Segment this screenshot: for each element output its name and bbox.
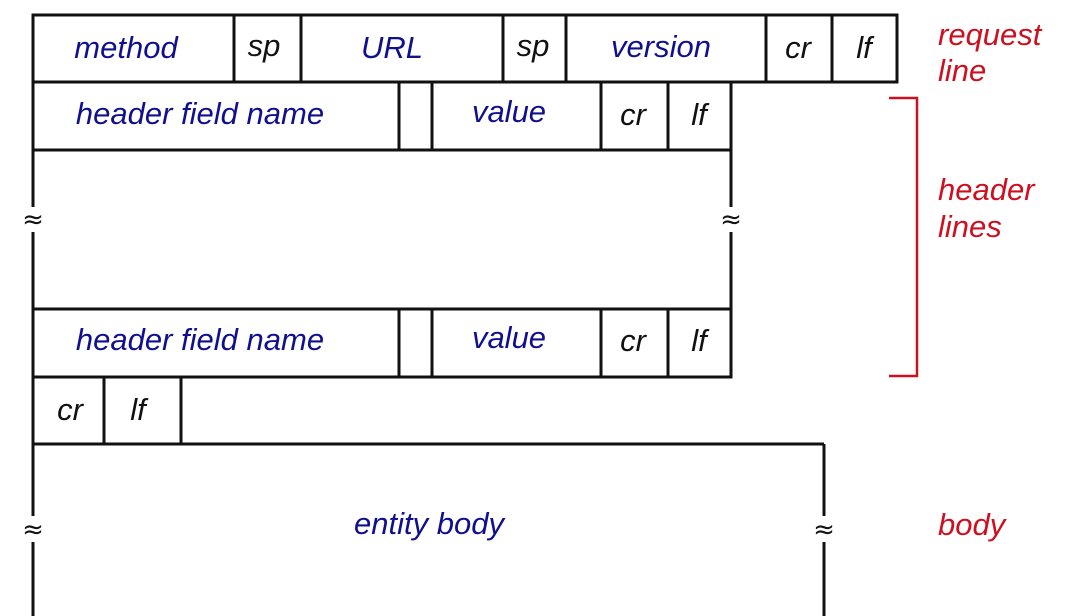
blank-line-row: cr lf [31, 375, 183, 446]
field-method: method [74, 30, 179, 65]
entity-body-box: ≈ ≈ entity body [22, 442, 835, 616]
field-cr: cr [785, 30, 813, 65]
blank-line-box [31, 375, 183, 446]
field-header-field-name: header field name [76, 96, 324, 131]
field-value: value [472, 94, 546, 129]
field-lf: lf [691, 97, 710, 132]
field-cr: cr [620, 323, 648, 358]
field-sp: sp [248, 28, 281, 63]
field-sp: sp [517, 28, 550, 63]
header-line-row: header field name value cr lf [31, 307, 733, 379]
break-icon: ≈ [720, 205, 742, 235]
field-lf: lf [856, 30, 875, 65]
label-request-line: request [938, 17, 1043, 52]
field-version: version [611, 29, 711, 64]
field-entity-body: entity body [354, 506, 506, 541]
label-body: body [938, 507, 1008, 542]
field-cr: cr [620, 97, 648, 132]
break-icon: ≈ [22, 205, 44, 235]
label-header-lines: header [938, 172, 1036, 207]
field-header-field-name: header field name [76, 322, 324, 357]
field-lf: lf [130, 392, 149, 427]
field-lf: lf [691, 323, 710, 358]
label-header-lines-2: lines [938, 209, 1002, 244]
http-request-format-diagram: method sp URL sp version cr lf header fi… [22, 13, 1043, 616]
annotations: request line header lines body [889, 17, 1043, 542]
field-url: URL [361, 30, 423, 65]
break-icon: ≈ [813, 515, 835, 545]
field-cr: cr [57, 392, 85, 427]
field-value: value [472, 320, 546, 355]
request-line-row: method sp URL sp version cr lf [31, 13, 899, 84]
header-line-row: header field name value cr lf [31, 80, 733, 152]
break-icon: ≈ [22, 515, 44, 545]
header-continuation: ≈ ≈ [22, 150, 742, 309]
header-lines-bracket [889, 96, 919, 378]
label-request-line-2: line [938, 53, 986, 88]
